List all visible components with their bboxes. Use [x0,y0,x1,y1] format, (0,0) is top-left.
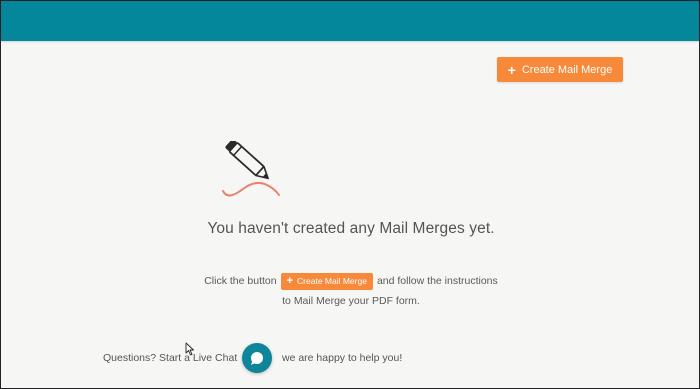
live-chat-button[interactable] [242,343,272,373]
plus-icon: + [507,61,516,78]
instruction-suffix: and follow the instructions [376,275,498,287]
top-bar [1,1,699,41]
instructions-line-1: Click the button + Create Mail Merge and… [1,272,699,290]
inline-create-mail-merge-button[interactable]: + Create Mail Merge [280,272,373,290]
help-row: Questions? Start a Live Chat we are happ… [1,342,699,374]
create-mail-merge-label: Create Mail Merge [521,63,613,76]
app-window: + Create Mail Merge You haven't created … [0,0,700,389]
inline-create-mail-merge-label: Create Mail Merge [297,276,367,286]
create-mail-merge-button[interactable]: + Create Mail Merge [497,57,623,82]
empty-state-instructions: Click the button + Create Mail Merge and… [1,272,699,310]
chat-bubble-icon [251,352,263,365]
instruction-prefix: Click the button [204,275,277,287]
mouse-cursor-icon [185,342,194,356]
help-text-after: we are happy to help you! [282,352,403,364]
empty-state-title: You haven't created any Mail Merges yet. [207,220,495,237]
pen-icon [222,141,280,197]
help-text-before: Questions? Start a Live Chat [103,352,238,364]
instruction-line-2: to Mail Merge your PDF form. [282,295,420,307]
plus-icon: + [286,274,294,287]
